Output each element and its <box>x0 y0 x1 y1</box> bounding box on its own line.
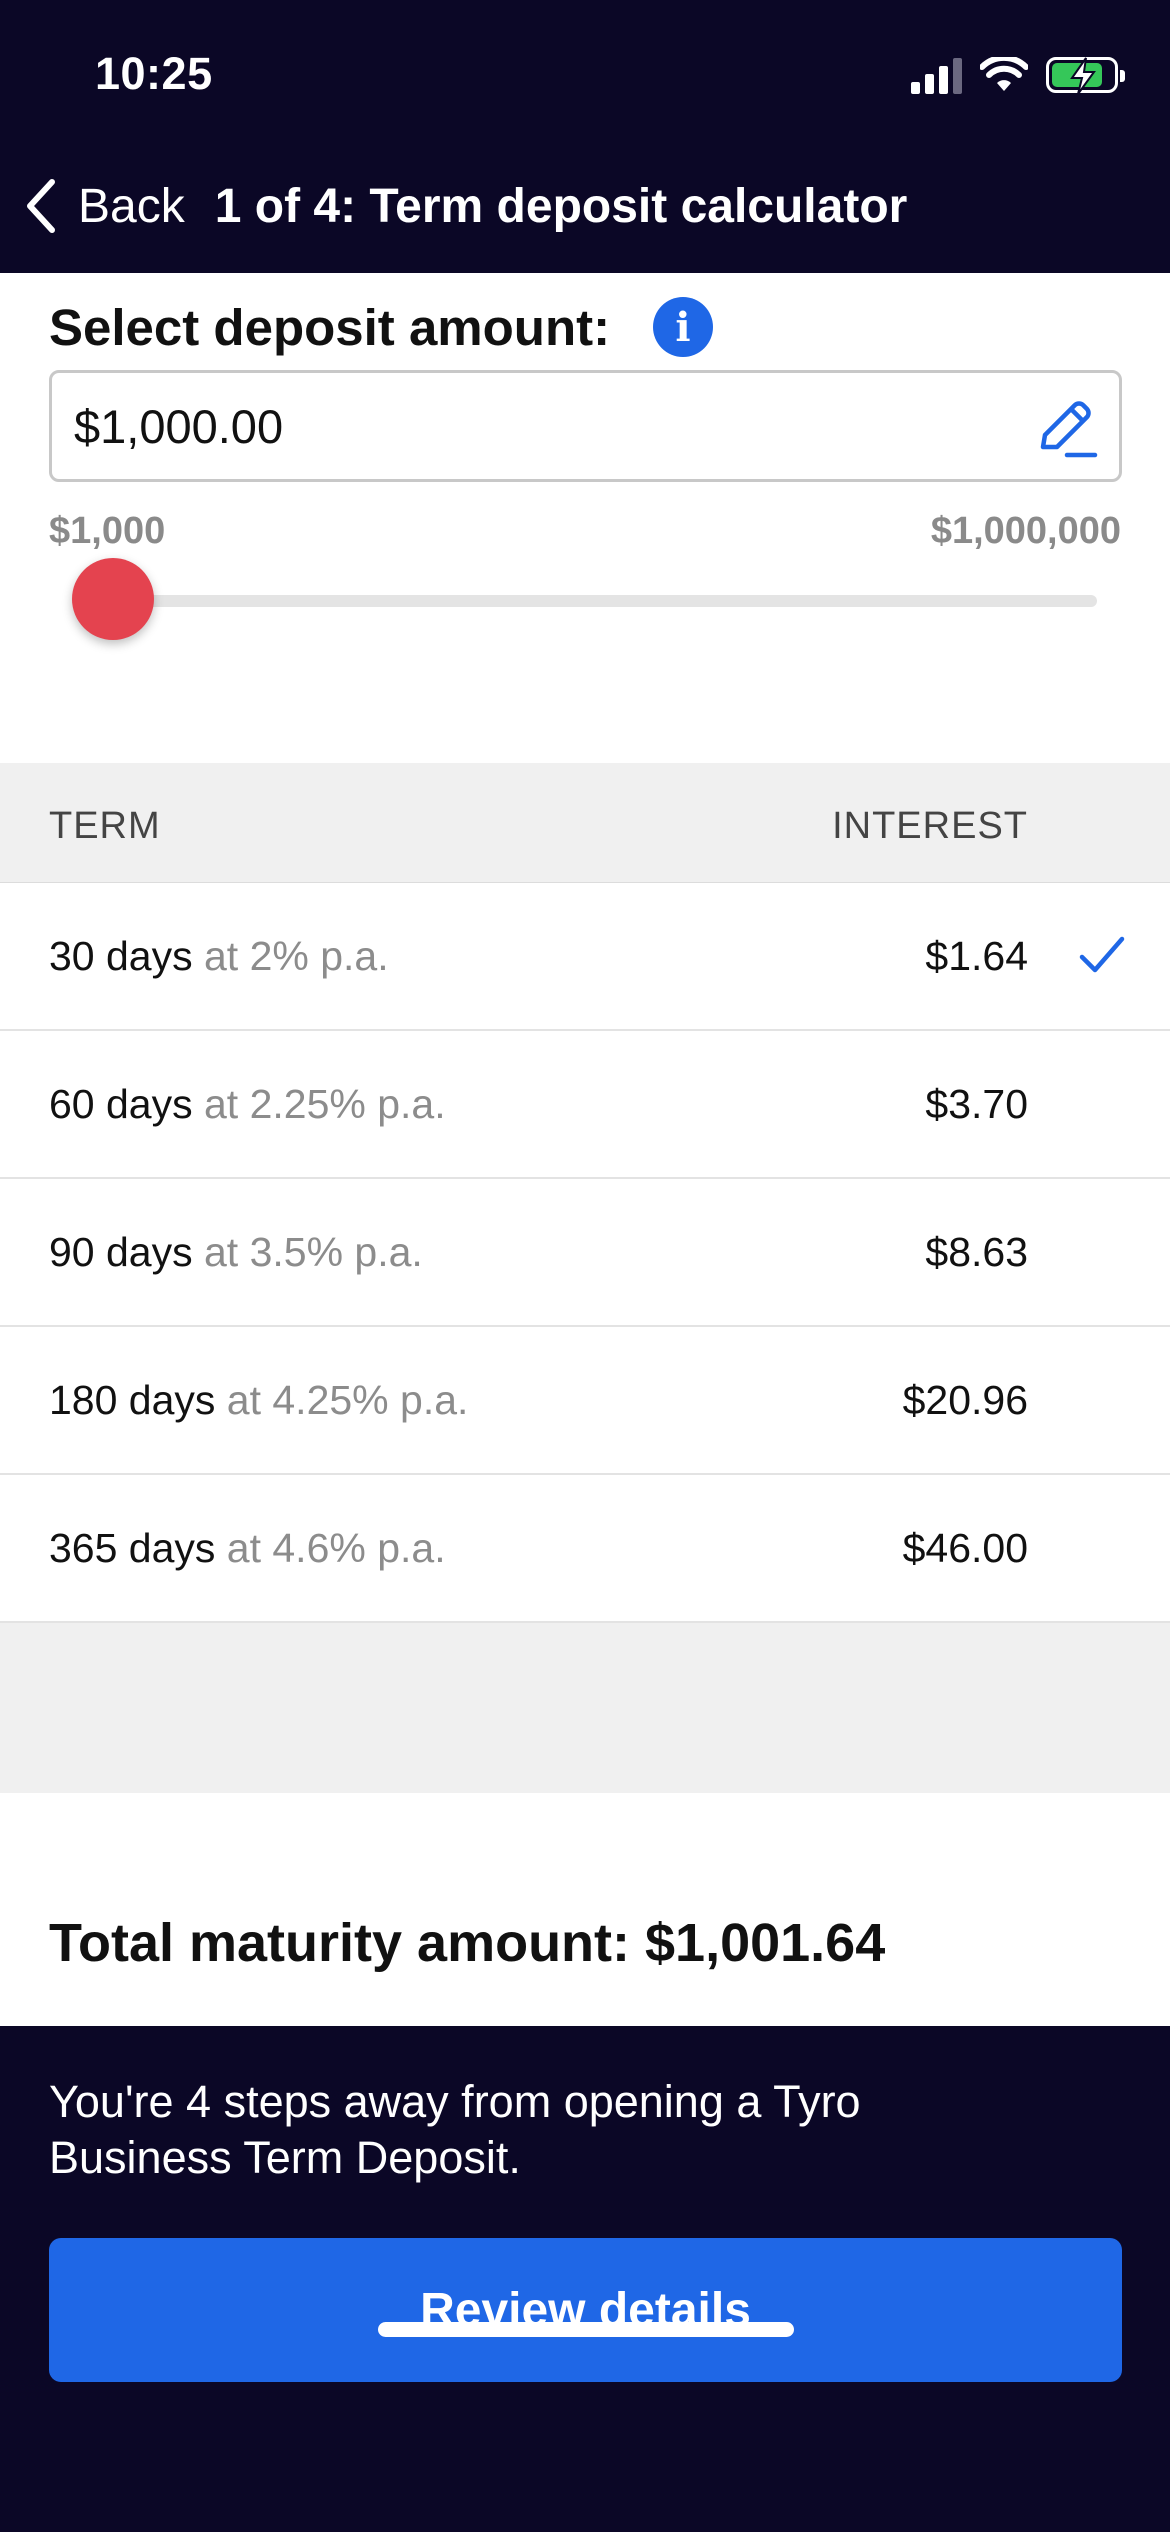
table-row[interactable]: 365 days at 4.6% p.a. $46.00 <box>0 1475 1170 1623</box>
term-label: 180 days <box>49 1377 216 1423</box>
page-title: 1 of 4: Term deposit calculator <box>214 179 908 233</box>
back-button[interactable]: Back <box>24 178 185 234</box>
deposit-amount-value: $1,000.00 <box>74 399 284 453</box>
interest-value: $8.63 <box>925 1229 1028 1275</box>
column-header-interest: INTEREST <box>832 805 1028 847</box>
term-label: 60 days <box>49 1081 193 1127</box>
rate-label: at 4.6% p.a. <box>215 1525 446 1571</box>
review-details-button[interactable]: Review details <box>49 2238 1122 2382</box>
spacer-block <box>0 1623 1170 1793</box>
footer-message: You're 4 steps away from opening a Tyro … <box>49 2076 861 2183</box>
table-row[interactable]: 90 days at 3.5% p.a. $8.63 <box>0 1179 1170 1327</box>
table-row[interactable]: 30 days at 2% p.a. $1.64 <box>0 883 1170 1031</box>
term-label: 30 days <box>49 933 193 979</box>
table-row[interactable]: 60 days at 2.25% p.a. $3.70 <box>0 1031 1170 1179</box>
column-header-term: TERM <box>49 805 161 847</box>
status-time: 10:25 <box>95 48 213 99</box>
term-label: 90 days <box>49 1229 193 1275</box>
total-maturity-amount: Total maturity amount: $1,001.64 <box>49 1913 886 1973</box>
table-header: TERM INTEREST <box>0 763 1170 883</box>
interest-value: $3.70 <box>925 1081 1028 1127</box>
term-label: 365 days <box>49 1525 216 1571</box>
home-indicator <box>378 2322 794 2337</box>
header-bar: 10:25 Back 1 of 4: Term deposit calculat… <box>0 0 1170 273</box>
term-list: 30 days at 2% p.a. $1.64 60 days at 2.25… <box>0 883 1170 1623</box>
interest-value: $46.00 <box>902 1525 1028 1571</box>
rate-label: at 2% p.a. <box>192 933 389 979</box>
rate-label: at 2.25% p.a. <box>192 1081 446 1127</box>
range-min-label: $1,000 <box>49 510 166 552</box>
status-icons <box>911 52 1125 98</box>
deposit-amount-label: Select deposit amount: <box>49 299 611 356</box>
checkmark-icon <box>1079 936 1125 973</box>
chevron-left-icon <box>27 179 55 233</box>
deposit-slider-track[interactable] <box>72 595 1097 607</box>
table-row[interactable]: 180 days at 4.25% p.a. $20.96 <box>0 1327 1170 1475</box>
rate-label: at 3.5% p.a. <box>192 1229 423 1275</box>
rate-label: at 4.25% p.a. <box>215 1377 469 1423</box>
battery-charging-icon <box>1046 57 1125 95</box>
info-icon[interactable]: i <box>653 297 713 357</box>
navigation-bar: Back 1 of 4: Term deposit calculator <box>0 170 1170 242</box>
deposit-slider-thumb[interactable] <box>72 558 154 640</box>
footer-panel: You're 4 steps away from opening a Tyro … <box>0 2026 1170 2532</box>
back-label: Back <box>78 179 185 233</box>
wifi-icon <box>980 57 1028 91</box>
interest-value: $20.96 <box>902 1377 1028 1423</box>
deposit-amount-input[interactable]: $1,000.00 <box>49 370 1122 482</box>
interest-value: $1.64 <box>925 933 1028 979</box>
range-max-label: $1,000,000 <box>930 510 1121 552</box>
pencil-icon[interactable] <box>1033 395 1099 461</box>
signal-icon <box>911 56 962 94</box>
